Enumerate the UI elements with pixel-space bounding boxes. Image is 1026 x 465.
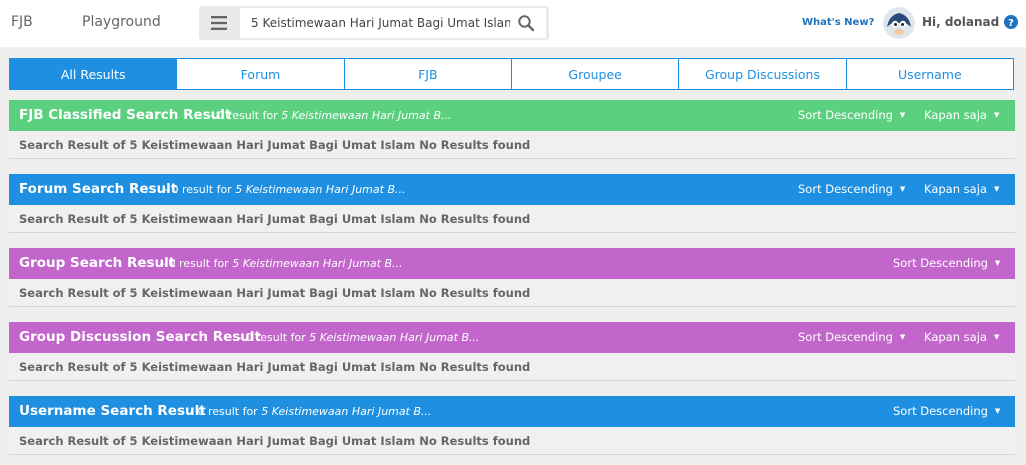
section-body: Search Result of 5 Keistimewaan Hari Jum… [9, 131, 1015, 159]
result-query: 5 Keistimewaan Hari Jumat B... [232, 257, 403, 270]
section-title: FJB Classified Search Result [19, 107, 232, 123]
whats-new-link[interactable]: What's New? [802, 17, 874, 28]
result-count-text: - 0 result for [164, 183, 236, 196]
result-count-text: - 0 result for [190, 405, 262, 418]
nav-link-fjb[interactable]: FJB [11, 14, 33, 30]
result-tabs: All Results Forum FJB Groupee Group Disc… [9, 58, 1014, 90]
search-icon[interactable] [517, 14, 535, 32]
result-count: - 0 result for 5 Keistimewaan Hari Jumat… [238, 331, 479, 344]
section-header: Group Search Result - 0 result for 5 Kei… [9, 248, 1015, 279]
help-icon[interactable]: ? [1004, 15, 1018, 29]
time-label: Kapan saja [924, 108, 987, 122]
section-body: Search Result of 5 Keistimewaan Hari Jum… [9, 427, 1015, 455]
result-count: - 0 result for 5 Keistimewaan Hari Jumat… [210, 109, 451, 122]
group-discussion-section: Group Discussion Search Result - 0 resul… [9, 322, 1015, 381]
time-dropdown[interactable]: Kapan saja ▼ [924, 182, 999, 196]
section-body: Search Result of 5 Keistimewaan Hari Jum… [9, 279, 1015, 307]
caret-down-icon: ▼ [993, 185, 1000, 193]
caret-down-icon: ▼ [994, 407, 1001, 415]
sort-dropdown[interactable]: Sort Descending ▼ [798, 182, 905, 196]
sort-label: Sort Descending [798, 108, 893, 122]
section-title: Group Discussion Search Result [19, 329, 261, 345]
tab-forum[interactable]: Forum [176, 59, 343, 89]
avatar[interactable] [883, 7, 915, 39]
result-count: - 0 result for 5 Keistimewaan Hari Jumat… [161, 257, 402, 270]
section-title: Group Search Result [19, 255, 176, 271]
section-header: Group Discussion Search Result - 0 resul… [9, 322, 1015, 353]
hamburger-menu-icon [211, 16, 227, 30]
sort-label: Sort Descending [798, 330, 893, 344]
caret-down-icon: ▼ [993, 333, 1000, 341]
tab-username[interactable]: Username [845, 59, 1013, 89]
section-header: Forum Search Result - 0 result for 5 Kei… [9, 174, 1015, 205]
result-query: 5 Keistimewaan Hari Jumat B... [235, 183, 406, 196]
group-section: Group Search Result - 0 result for 5 Kei… [9, 248, 1015, 307]
time-label: Kapan saja [924, 330, 987, 344]
result-query: 5 Keistimewaan Hari Jumat B... [309, 331, 480, 344]
caret-down-icon: ▼ [899, 333, 906, 341]
caret-down-icon: ▼ [899, 111, 906, 119]
fjb-classified-section: FJB Classified Search Result - 0 result … [9, 100, 1015, 159]
result-count-text: - 0 result for [210, 109, 282, 122]
sort-dropdown[interactable]: Sort Descending ▼ [893, 404, 1000, 418]
search-bar [199, 6, 549, 40]
tab-groupee[interactable]: Groupee [510, 59, 678, 89]
time-dropdown[interactable]: Kapan saja ▼ [924, 330, 999, 344]
caret-down-icon: ▼ [993, 111, 1000, 119]
section-title: Username Search Result [19, 403, 206, 419]
result-count-text: - 0 result for [238, 331, 310, 344]
sort-label: Sort Descending [893, 404, 988, 418]
result-count: - 0 result for 5 Keistimewaan Hari Jumat… [164, 183, 405, 196]
top-bar: FJB Playground What's New? Hi, dolanad [0, 0, 1026, 47]
caret-down-icon: ▼ [994, 259, 1001, 267]
sort-label: Sort Descending [798, 182, 893, 196]
result-count-text: - 0 result for [161, 257, 233, 270]
menu-button[interactable] [199, 6, 239, 40]
sort-dropdown[interactable]: Sort Descending ▼ [798, 330, 905, 344]
section-body: Search Result of 5 Keistimewaan Hari Jum… [9, 205, 1015, 233]
svg-text:?: ? [1008, 18, 1014, 29]
user-greeting[interactable]: Hi, dolanad [922, 15, 999, 29]
time-dropdown[interactable]: Kapan saja ▼ [924, 108, 999, 122]
username-section: Username Search Result - 0 result for 5 … [9, 396, 1015, 455]
section-title: Forum Search Result [19, 181, 178, 197]
caret-down-icon: ▼ [899, 185, 906, 193]
result-query: 5 Keistimewaan Hari Jumat B... [261, 405, 432, 418]
nav-link-playground[interactable]: Playground [82, 14, 161, 30]
tab-fjb[interactable]: FJB [343, 59, 511, 89]
sort-label: Sort Descending [893, 256, 988, 270]
forum-section: Forum Search Result - 0 result for 5 Kei… [9, 174, 1015, 233]
section-header: Username Search Result - 0 result for 5 … [9, 396, 1015, 427]
section-header: FJB Classified Search Result - 0 result … [9, 100, 1015, 131]
result-query: 5 Keistimewaan Hari Jumat B... [281, 109, 452, 122]
time-label: Kapan saja [924, 182, 987, 196]
sort-dropdown[interactable]: Sort Descending ▼ [893, 256, 1000, 270]
search-input[interactable] [240, 8, 546, 38]
tab-group-discussions[interactable]: Group Discussions [678, 59, 845, 89]
tab-all-results[interactable]: All Results [10, 59, 177, 89]
section-body: Search Result of 5 Keistimewaan Hari Jum… [9, 353, 1015, 381]
result-count: - 0 result for 5 Keistimewaan Hari Jumat… [190, 405, 431, 418]
sort-dropdown[interactable]: Sort Descending ▼ [798, 108, 905, 122]
avatar-image [883, 7, 915, 39]
